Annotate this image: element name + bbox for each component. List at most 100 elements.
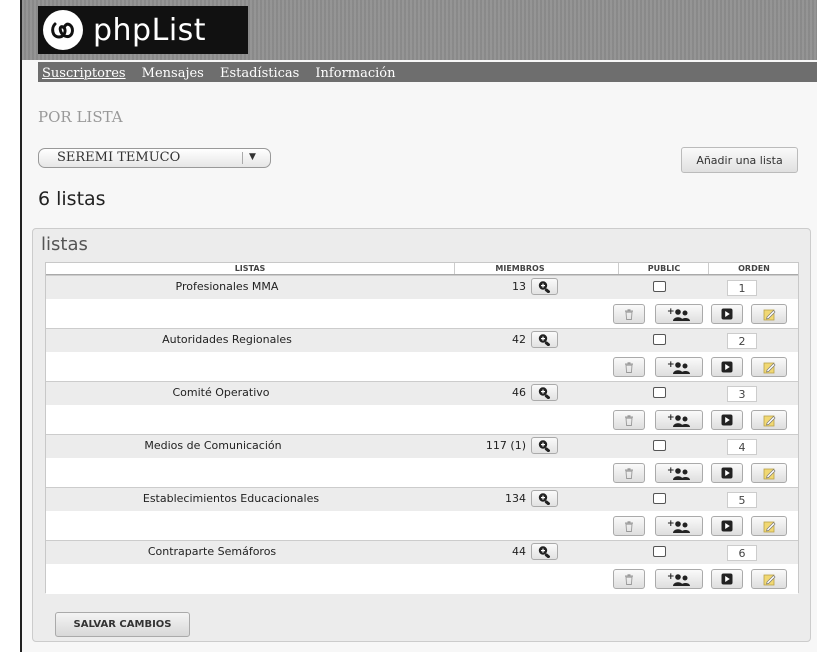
public-checkbox[interactable]	[653, 387, 666, 398]
zoom-icon	[538, 546, 550, 558]
add-list-button[interactable]: Añadir una lista	[681, 147, 798, 173]
edit-list-button[interactable]	[751, 516, 787, 536]
trash-icon	[625, 467, 633, 479]
table-row: Establecimientos Educacionales 134 5	[46, 487, 798, 511]
nav-item-suscriptores[interactable]: Suscriptores	[42, 64, 126, 84]
main-nav: Suscriptores Mensajes Estadísticas Infor…	[38, 62, 817, 82]
owner-select[interactable]: SEREMI TEMUCO ▼	[38, 148, 271, 168]
list-name[interactable]: Medios de Comunicación	[28, 439, 398, 452]
zoom-icon	[538, 440, 550, 452]
list-name[interactable]: Contraparte Semáforos	[27, 545, 397, 558]
order-input[interactable]: 6	[727, 545, 757, 561]
list-name[interactable]: Comité Operativo	[36, 386, 406, 399]
edit-list-button[interactable]	[751, 410, 787, 430]
edit-icon	[763, 574, 775, 585]
public-checkbox[interactable]	[653, 493, 666, 504]
add-members-button[interactable]: +	[655, 463, 703, 483]
delete-list-button[interactable]	[613, 463, 645, 483]
public-checkbox[interactable]	[653, 281, 666, 292]
trash-icon	[625, 573, 633, 585]
edit-icon	[763, 362, 775, 373]
view-members-button[interactable]	[531, 278, 558, 295]
delete-list-button[interactable]	[613, 357, 645, 377]
panel-title: listas	[41, 234, 88, 255]
edit-list-button[interactable]	[751, 463, 787, 483]
add-members-button[interactable]: +	[655, 516, 703, 536]
row-actions: +	[46, 299, 798, 329]
lists-table: LISTAS MIEMBROS PUBLIC ORDEN Profesional…	[45, 262, 799, 594]
list-name[interactable]: Autoridades Regionales	[42, 333, 412, 346]
send-to-list-button[interactable]	[711, 569, 743, 589]
table-row: Autoridades Regionales 42 2	[46, 328, 798, 352]
order-input[interactable]: 4	[727, 439, 757, 455]
delete-list-button[interactable]	[613, 569, 645, 589]
send-to-list-button[interactable]	[711, 304, 743, 324]
add-members-icon: +	[667, 466, 690, 480]
table-row: Comité Operativo 46 3	[46, 381, 798, 405]
table-row: Medios de Comunicación 117 (1) 4	[46, 434, 798, 458]
view-members-button[interactable]	[531, 543, 558, 560]
delete-list-button[interactable]	[613, 516, 645, 536]
lists-panel: listas LISTAS MIEMBROS PUBLIC ORDEN Prof…	[32, 228, 811, 642]
public-checkbox[interactable]	[653, 334, 666, 345]
member-count: 13	[512, 280, 526, 293]
view-members-button[interactable]	[531, 331, 558, 348]
view-members-button[interactable]	[531, 384, 558, 401]
row-actions: +	[46, 511, 798, 541]
zoom-icon	[538, 387, 550, 399]
owner-select-value: SEREMI TEMUCO	[57, 150, 181, 165]
add-members-button[interactable]: +	[655, 410, 703, 430]
member-count: 44	[512, 545, 526, 558]
svg-text:+: +	[667, 307, 675, 317]
send-icon	[721, 520, 733, 532]
delete-list-button[interactable]	[613, 304, 645, 324]
table-row: Contraparte Semáforos 44 6	[46, 540, 798, 564]
column-header-public: PUBLIC	[618, 263, 709, 274]
edit-list-button[interactable]	[751, 569, 787, 589]
send-to-list-button[interactable]	[711, 410, 743, 430]
add-members-button[interactable]: +	[655, 357, 703, 377]
save-changes-button[interactable]: SALVAR CAMBIOS	[55, 612, 190, 637]
list-name[interactable]: Establecimientos Educacionales	[46, 492, 416, 505]
add-members-icon: +	[667, 519, 690, 533]
trash-icon	[625, 414, 633, 426]
send-icon	[721, 361, 733, 373]
member-count: 134	[505, 492, 526, 505]
send-icon	[721, 414, 733, 426]
nav-item-informacion[interactable]: Información	[315, 64, 395, 84]
column-header-miembros: MIEMBROS	[454, 263, 585, 274]
view-members-button[interactable]	[531, 490, 558, 507]
order-input[interactable]: 2	[727, 333, 757, 349]
select-divider	[242, 152, 243, 164]
edit-list-button[interactable]	[751, 357, 787, 377]
add-members-button[interactable]: +	[655, 304, 703, 324]
view-members-button[interactable]	[531, 437, 558, 454]
trash-icon	[625, 520, 633, 532]
delete-list-button[interactable]	[613, 410, 645, 430]
send-to-list-button[interactable]	[711, 463, 743, 483]
list-name[interactable]: Profesionales MMA	[42, 280, 412, 293]
order-input[interactable]: 5	[727, 492, 757, 508]
app-frame: phpList Suscriptores Mensajes Estadístic…	[20, 0, 817, 652]
table-row: Profesionales MMA 13 1	[46, 275, 798, 299]
edit-list-button[interactable]	[751, 304, 787, 324]
send-to-list-button[interactable]	[711, 357, 743, 377]
order-input[interactable]: 1	[727, 280, 757, 296]
nav-item-mensajes[interactable]: Mensajes	[142, 64, 204, 84]
add-members-icon: +	[667, 360, 690, 374]
row-actions: +	[46, 352, 798, 382]
member-count: 117 (1)	[485, 439, 526, 452]
zoom-icon	[538, 281, 550, 293]
page-title: POR LISTA	[38, 108, 123, 126]
add-members-button[interactable]: +	[655, 569, 703, 589]
public-checkbox[interactable]	[653, 546, 666, 557]
trash-icon	[625, 361, 633, 373]
phplist-logo-icon	[43, 10, 83, 50]
order-input[interactable]: 3	[727, 386, 757, 402]
nav-item-estadisticas[interactable]: Estadísticas	[220, 64, 299, 84]
logo[interactable]: phpList	[38, 6, 248, 54]
send-to-list-button[interactable]	[711, 516, 743, 536]
svg-text:+: +	[667, 572, 675, 582]
header-bar: phpList	[22, 0, 817, 60]
public-checkbox[interactable]	[653, 440, 666, 451]
